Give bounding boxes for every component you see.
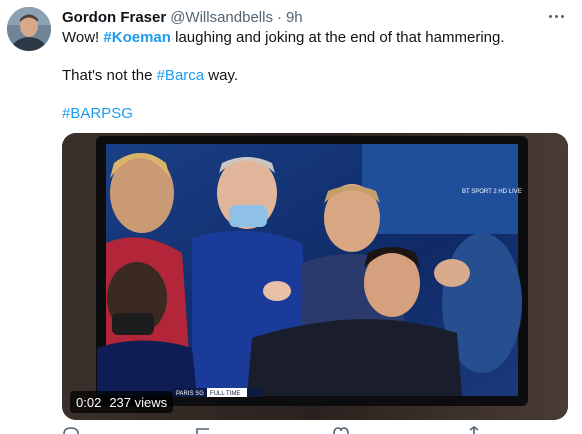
video-info-badge: 0:02 237 views — [70, 391, 174, 413]
avatar[interactable] — [7, 7, 51, 51]
like-icon[interactable] — [332, 426, 350, 434]
hashtag-barca[interactable]: #Barca — [157, 67, 205, 84]
hashtag-barpsg[interactable]: #BARPSG — [62, 105, 133, 122]
author-handle[interactable]: @Willsandbells — [170, 9, 273, 26]
tweet-actions — [62, 426, 532, 434]
timestamp[interactable]: 9h — [286, 9, 303, 26]
tweet-text-line-3: #BARPSG — [62, 104, 133, 124]
text-segment: laughing and joking at the end of that h… — [170, 29, 505, 46]
share-icon[interactable] — [465, 426, 483, 434]
tweet-header: Gordon Fraser @Willsandbells · 9h — [62, 7, 303, 27]
video-timestamp: 0:02 — [76, 394, 102, 410]
text-segment: That's not the — [62, 67, 157, 84]
retweet-icon[interactable] — [195, 426, 215, 434]
avatar-image — [7, 7, 51, 51]
tweet-text-line-2: That's not the #Barca way. — [62, 66, 238, 86]
author-name[interactable]: Gordon Fraser — [62, 9, 166, 26]
text-segment: Wow! — [62, 29, 104, 46]
scoreboard-status: FULL TIME — [210, 391, 240, 397]
tv-channel-logo: BT SPORT 2 HD LIVE — [462, 189, 522, 195]
separator: · — [276, 8, 282, 26]
video-views: 237 views — [109, 394, 168, 410]
video-frame: BT SPORT 2 HD LIVE PARIS SG FULL TIME — [62, 133, 568, 420]
reply-icon[interactable] — [62, 426, 80, 434]
scoreboard-team: PARIS SG — [176, 391, 204, 397]
video-player[interactable]: BT SPORT 2 HD LIVE PARIS SG FULL TIME 0:… — [62, 133, 568, 420]
more-dots-icon[interactable] — [544, 6, 568, 26]
tweet[interactable]: Gordon Fraser @Willsandbells · 9h Wow! #… — [0, 0, 582, 434]
hashtag-koeman[interactable]: #Koeman — [103, 29, 171, 46]
tweet-text-line-1: Wow! #Koeman laughing and joking at the … — [62, 28, 505, 48]
text-segment: way. — [204, 67, 239, 84]
